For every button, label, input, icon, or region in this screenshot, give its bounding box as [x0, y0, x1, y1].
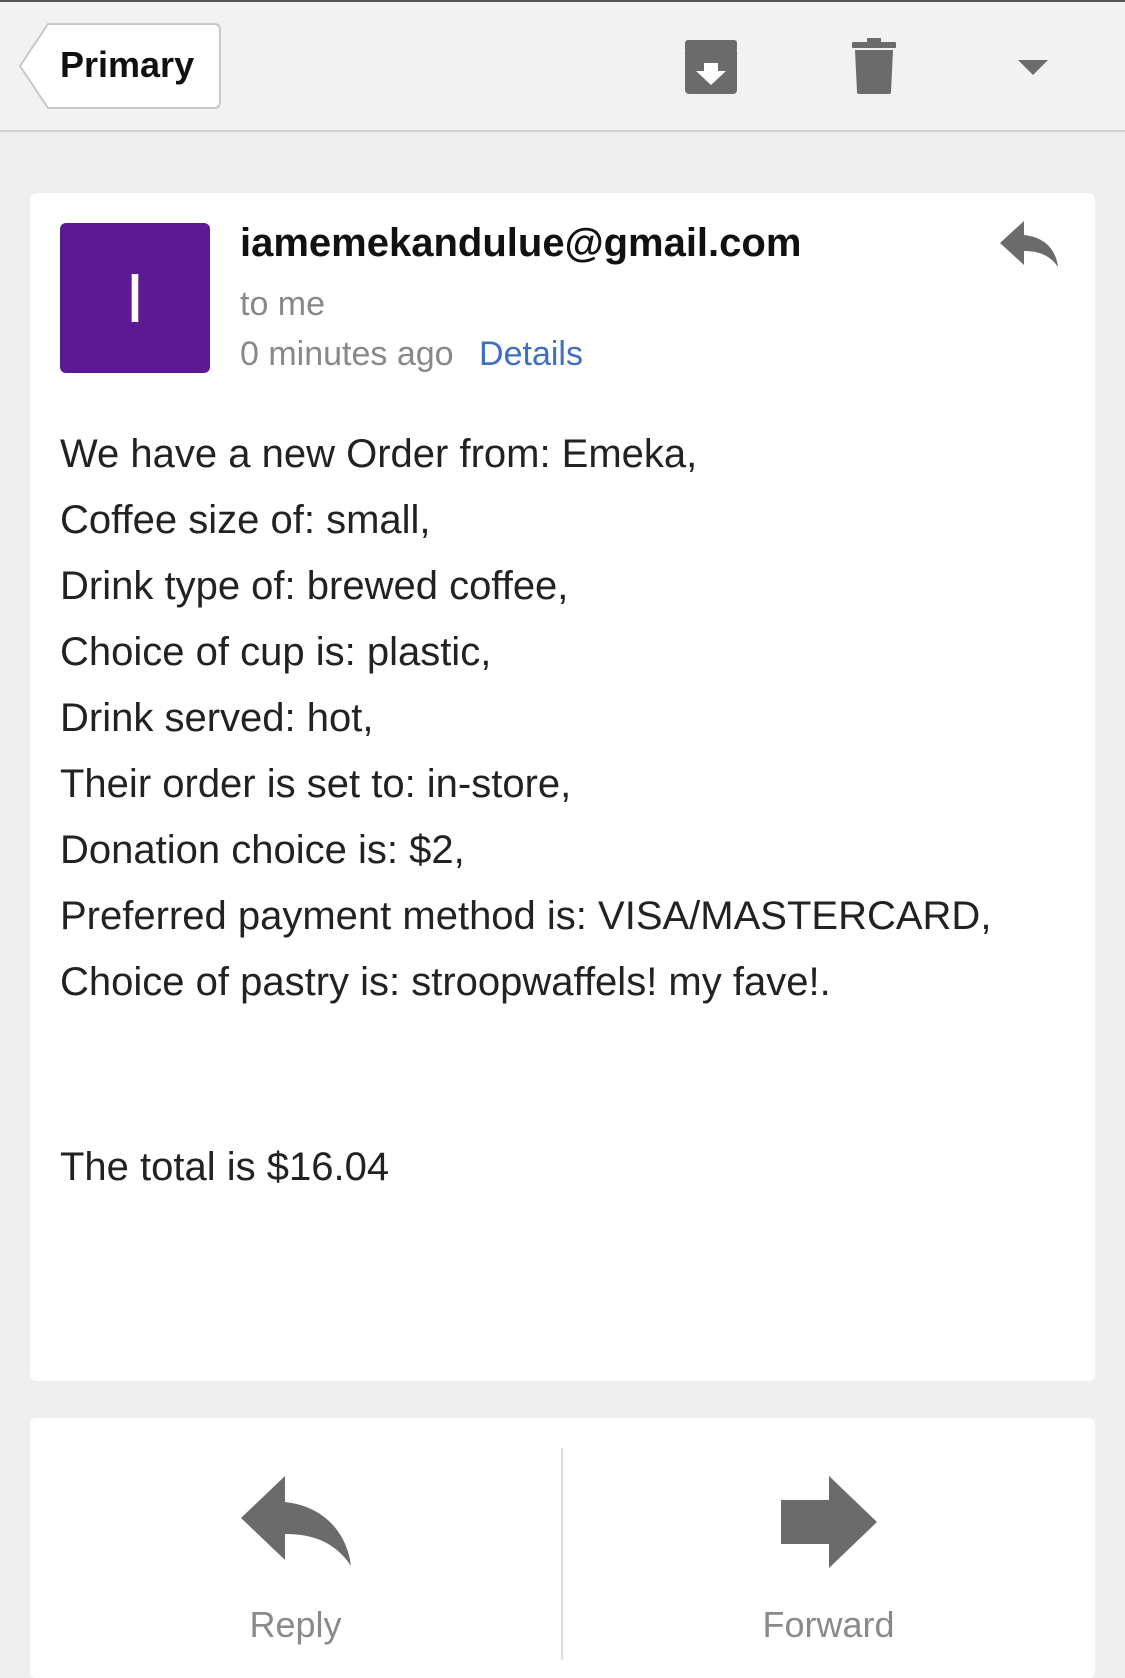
body-line: Choice of cup is: plastic,	[60, 630, 492, 674]
body-line: Their order is set to: in-store,	[60, 762, 572, 806]
message-actions: Reply Forward	[30, 1418, 1095, 1678]
reply-large-icon	[240, 1476, 351, 1566]
recipient-label: to me	[240, 285, 326, 323]
forward-arrow-icon	[780, 1476, 877, 1568]
message-body: We have a new Order from: Emeka, Coffee …	[60, 421, 1070, 1015]
reply-label: Reply	[249, 1604, 342, 1645]
message-card: I iamemekandulue@gmail.com to me 0 minut…	[30, 193, 1095, 1381]
body-line: Choice of pastry is: stroopwaffels! my f…	[60, 960, 831, 1004]
reply-icon[interactable]	[1000, 221, 1058, 274]
order-total: The total is $16.04	[60, 1145, 390, 1189]
sender-email[interactable]: iamemekandulue@gmail.com	[240, 221, 801, 266]
toolbar: Primary	[0, 0, 1125, 132]
body-line: Coffee size of: small,	[60, 498, 431, 542]
back-to-primary-button[interactable]: Primary	[18, 22, 221, 109]
trash-icon[interactable]	[852, 38, 896, 99]
avatar: I	[60, 223, 210, 373]
reply-button[interactable]: Reply	[30, 1418, 561, 1660]
body-line: Drink type of: brewed coffee,	[60, 564, 569, 608]
forward-label: Forward	[762, 1604, 895, 1645]
caret-down-icon[interactable]	[1018, 60, 1048, 81]
message-time: 0 minutes ago	[240, 335, 454, 373]
body-line: We have a new Order from: Emeka,	[60, 432, 698, 476]
back-button-label: Primary	[60, 44, 195, 85]
archive-icon[interactable]	[683, 38, 739, 101]
forward-button[interactable]: Forward	[563, 1418, 1094, 1660]
message-meta: 0 minutes ago Details	[240, 335, 583, 374]
body-line: Drink served: hot,	[60, 696, 374, 740]
body-line: Preferred payment method is: VISA/MASTER…	[60, 894, 992, 938]
body-line: Donation choice is: $2,	[60, 828, 465, 872]
details-link[interactable]: Details	[479, 335, 583, 373]
